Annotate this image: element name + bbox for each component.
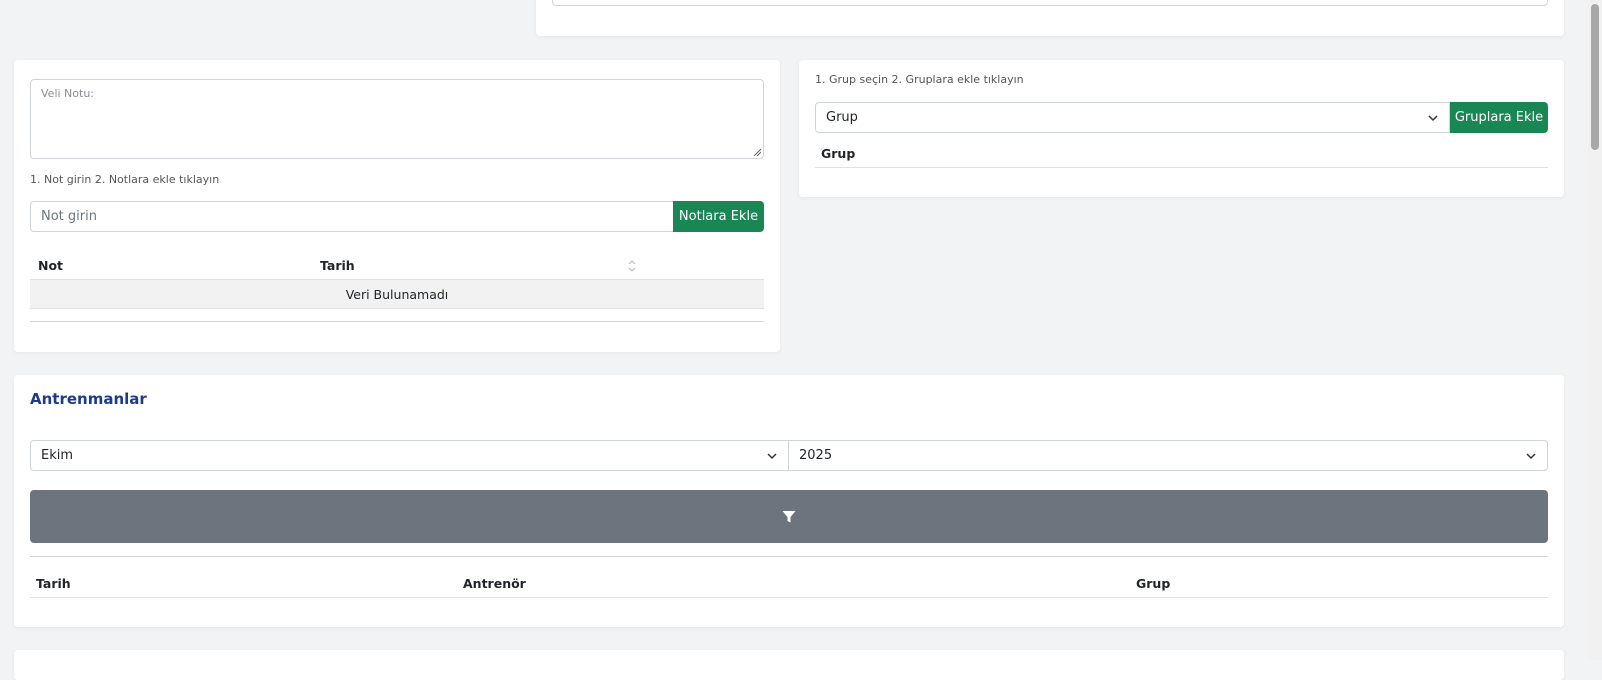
scrollbar-track[interactable] [1588, 0, 1602, 660]
groups-header-divider [815, 167, 1548, 168]
trainings-top-divider [30, 556, 1548, 557]
top-card-field[interactable] [552, 0, 1548, 6]
notes-table-bottom [30, 321, 764, 322]
notes-empty-row: Veri Bulunamadı [30, 280, 764, 309]
year-select-value: 2025 [799, 448, 833, 463]
notes-empty-text: Veri Bulunamadı [345, 286, 449, 302]
note-input[interactable]: Not girin [30, 201, 674, 232]
notes-column-not[interactable]: Not [38, 258, 63, 273]
groups-column-grup[interactable]: Grup [821, 146, 855, 161]
chevron-down-icon [1428, 114, 1438, 121]
notes-hint: 1. Not girin 2. Notlara ekle tıklayın [30, 173, 220, 186]
add-note-button[interactable]: Notlara Ekle [673, 201, 764, 232]
note-input-placeholder: Not girin [41, 209, 97, 224]
trainings-header-divider [30, 597, 1548, 598]
trainings-column-tarih[interactable]: Tarih [36, 576, 71, 591]
trainings-card: Antrenmanlar Ekim 2025 Tarih Antrenör Gr… [14, 375, 1564, 627]
parent-note-textarea[interactable]: Veli Notu: [30, 79, 764, 159]
trainings-column-antrenor[interactable]: Antrenör [463, 576, 526, 591]
trainings-title: Antrenmanlar [30, 390, 147, 408]
month-select[interactable]: Ekim [30, 440, 789, 471]
filter-button[interactable] [30, 490, 1548, 543]
bottom-card [14, 650, 1564, 680]
top-card [536, 0, 1564, 36]
group-select-value: Grup [826, 110, 858, 125]
groups-hint: 1. Grup seçin 2. Gruplara ekle tıklayın [815, 73, 1024, 86]
sort-icon[interactable] [628, 259, 636, 273]
year-select[interactable]: 2025 [788, 440, 1548, 471]
chevron-down-icon [767, 452, 777, 459]
resize-grip-icon[interactable] [753, 148, 761, 156]
chevron-down-icon [1526, 452, 1536, 459]
group-select[interactable]: Grup [815, 102, 1450, 133]
notes-card: Veli Notu: 1. Not girin 2. Notlara ekle … [14, 60, 780, 352]
add-group-button[interactable]: Gruplara Ekle [1450, 102, 1548, 133]
filter-icon [782, 510, 796, 522]
groups-card: 1. Grup seçin 2. Gruplara ekle tıklayın … [799, 60, 1564, 197]
trainings-column-grup[interactable]: Grup [1136, 576, 1170, 591]
parent-note-label: Veli Notu: [41, 87, 94, 100]
scrollbar-thumb[interactable] [1591, 4, 1599, 150]
month-select-value: Ekim [41, 448, 74, 463]
notes-column-tarih[interactable]: Tarih [320, 258, 355, 273]
